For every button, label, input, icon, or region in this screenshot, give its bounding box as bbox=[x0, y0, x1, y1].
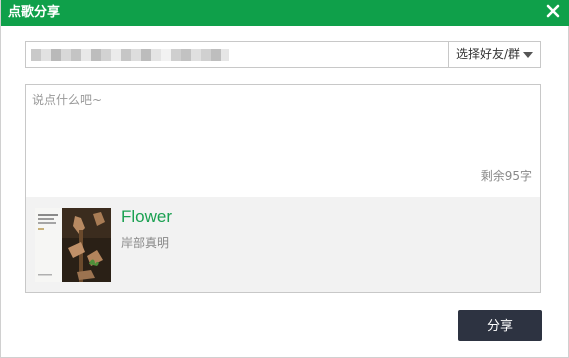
song-card: Flower 岸部真明 bbox=[26, 197, 540, 292]
dialog-title: 点歌分享 bbox=[8, 5, 61, 20]
album-cover bbox=[35, 208, 111, 282]
song-artist: 岸部真明 bbox=[121, 236, 170, 250]
recipient-blurred-names bbox=[31, 49, 229, 61]
recipient-field: 选择好友/群 bbox=[25, 41, 541, 69]
select-friend-label: 选择好友/群 bbox=[456, 47, 521, 61]
song-title: Flower bbox=[121, 207, 173, 226]
share-song-dialog: 点歌分享 选择好友/群 说点什么吧~ 剩余95字 Flower 岸部真明 分享 bbox=[0, 0, 569, 358]
chevron-down-icon bbox=[523, 52, 533, 58]
remaining-chars: 剩余95字 bbox=[480, 169, 532, 183]
message-box: 剩余95字 bbox=[25, 84, 541, 293]
dialog-titlebar: 点歌分享 bbox=[1, 0, 569, 26]
share-button[interactable]: 分享 bbox=[458, 310, 542, 341]
close-icon[interactable] bbox=[546, 4, 562, 22]
select-friend-dropdown[interactable]: 选择好友/群 bbox=[448, 42, 540, 67]
message-textarea[interactable] bbox=[26, 85, 540, 197]
